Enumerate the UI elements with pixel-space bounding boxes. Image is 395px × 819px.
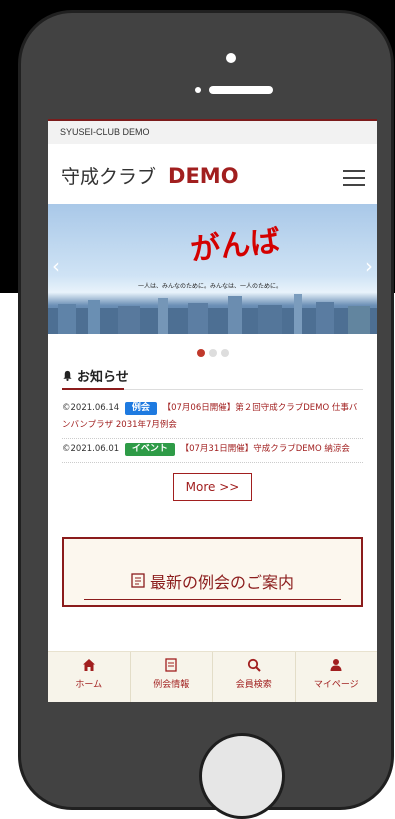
nav-mypage[interactable]: マイページ — [296, 652, 378, 702]
carousel-next-arrow[interactable]: › — [365, 256, 373, 276]
site-logo[interactable]: 守成クラブ DEMO — [61, 162, 239, 189]
home-icon — [48, 658, 130, 674]
banner-slogan: 一人は、みんなのために。みんなは、一人のために。 — [138, 283, 283, 290]
site-topbar: SYUSEI-CLUB DEMO — [48, 119, 377, 144]
meeting-title-text: 最新の例会のご案内 — [150, 573, 295, 592]
news-badge: 例会 — [124, 402, 157, 415]
logo-text: 守成クラブ — [61, 166, 157, 188]
news-list: ©2021.06.14 例会 【07月06日開催】第２回守成クラブDEMO 仕事… — [62, 398, 363, 463]
news-item[interactable]: ©2021.06.01 イベント 【07月31日開催】守成クラブDEMO 納涼会 — [62, 439, 363, 463]
city-skyline-image — [48, 294, 377, 334]
carousel-dot[interactable] — [208, 349, 217, 357]
banner-headline: がんばれ — [189, 221, 280, 268]
hamburger-menu-icon[interactable] — [343, 170, 365, 188]
user-icon — [296, 658, 378, 674]
nav-home-label: ホーム — [75, 680, 103, 690]
news-heading: お知らせ — [62, 358, 363, 390]
carousel-dot[interactable] — [220, 349, 229, 357]
meeting-title: 最新の例会のご案内 — [84, 569, 341, 600]
search-icon — [213, 658, 295, 674]
nav-member-search[interactable]: 会員検索 — [213, 652, 296, 702]
speaker-icon — [209, 86, 273, 94]
news-date: ©2021.06.01 — [62, 444, 120, 454]
latest-meeting-card[interactable]: 最新の例会のご案内 — [62, 537, 363, 607]
news-item[interactable]: ©2021.06.14 例会 【07月06日開催】第２回守成クラブDEMO 仕事… — [62, 398, 363, 439]
home-button[interactable] — [199, 733, 285, 819]
carousel-dot[interactable] — [196, 349, 205, 357]
news-badge: イベント — [124, 443, 175, 456]
carousel-prev-arrow[interactable]: ‹ — [52, 256, 60, 276]
bottom-navigation: ホーム 例会情報 会員検索 マイページ — [48, 651, 377, 702]
sensor-icon — [195, 87, 201, 93]
camera-icon — [226, 53, 236, 63]
document-icon — [131, 658, 213, 674]
bell-icon — [62, 370, 73, 385]
news-heading-text: お知らせ — [77, 370, 129, 385]
nav-mypage-label: マイページ — [313, 680, 359, 690]
news-date: ©2021.06.14 — [62, 403, 120, 413]
logo-suffix: DEMO — [168, 164, 239, 188]
svg-text:がんばれ: がんばれ — [189, 221, 280, 268]
nav-meetings-label: 例会情報 — [153, 680, 190, 690]
heading-underline — [62, 388, 124, 390]
phone-screen: SYUSEI-CLUB DEMO 守成クラブ DEMO がんばれ 一人は、みんなの… — [48, 119, 377, 702]
nav-meetings[interactable]: 例会情報 — [131, 652, 213, 702]
more-container: More >> — [48, 473, 377, 501]
nav-home[interactable]: ホーム — [48, 652, 131, 702]
banner-headline-graphic: がんばれ — [189, 221, 280, 268]
more-button[interactable]: More >> — [172, 473, 253, 501]
nav-member-search-label: 会員検索 — [235, 680, 272, 690]
document-icon — [131, 573, 150, 592]
news-title-link[interactable]: 【07月31日開催】守成クラブDEMO 納涼会 — [181, 444, 350, 454]
site-header: 守成クラブ DEMO — [48, 144, 377, 204]
carousel-indicators — [48, 334, 377, 358]
hero-banner: がんばれ 一人は、みんなのために。みんなは、一人のために。 ‹ › — [48, 204, 377, 334]
